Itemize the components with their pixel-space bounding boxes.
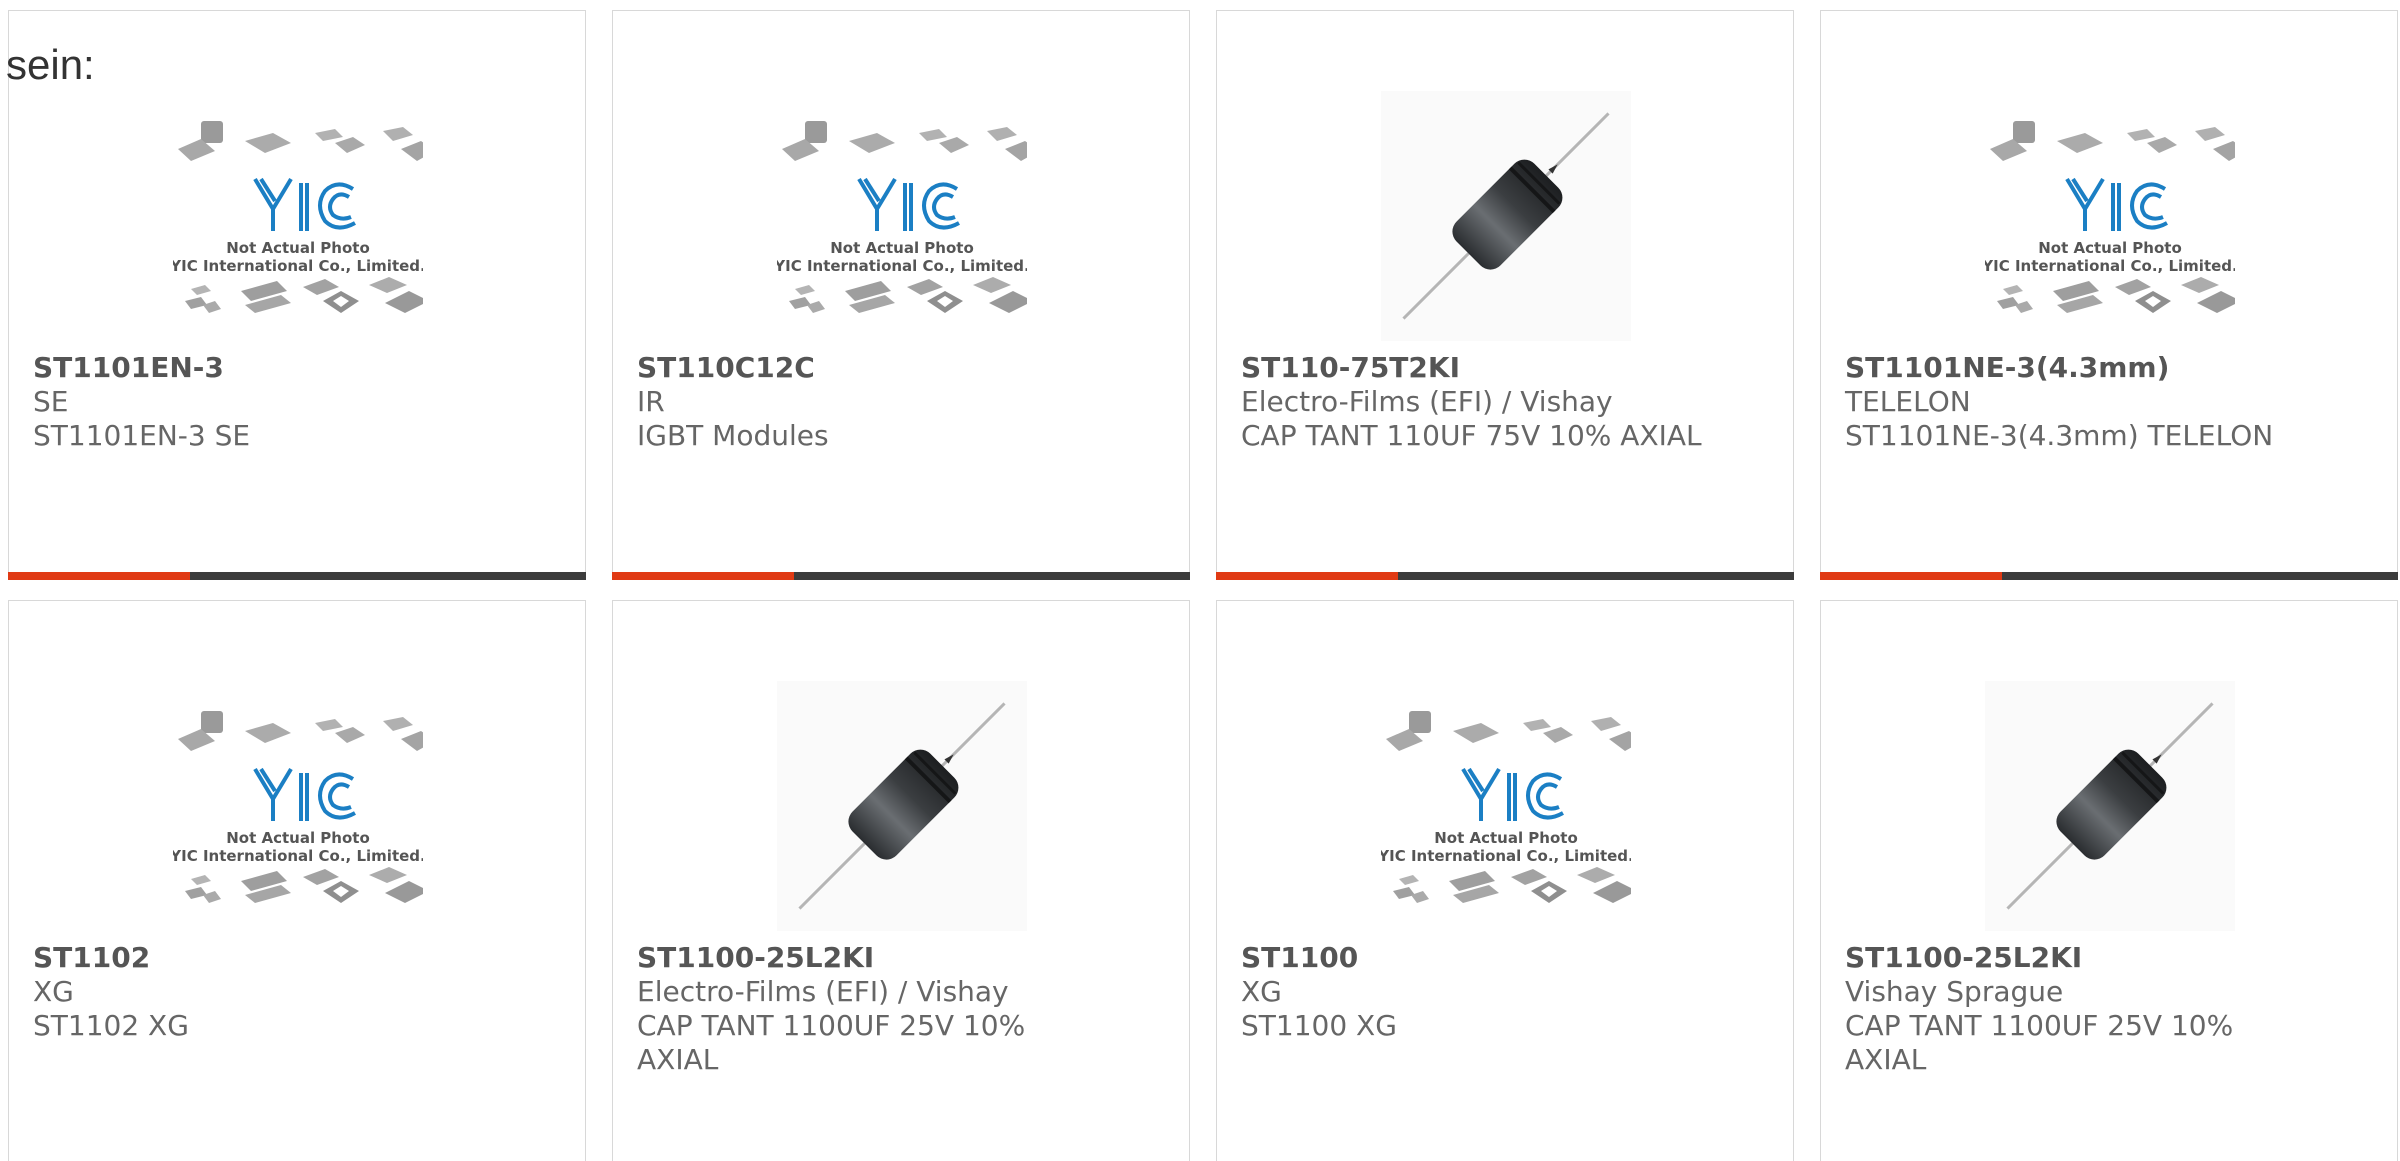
description: ST1101NE-3(4.3mm) TELELON bbox=[1845, 419, 2274, 452]
description-line: AXIAL bbox=[637, 1043, 719, 1076]
description-line: AXIAL bbox=[1845, 1043, 1927, 1076]
description: IGBT Modules bbox=[637, 419, 829, 452]
manufacturer: IR bbox=[637, 385, 665, 418]
product-card[interactable]: Not Actual Photo YIC International Co., … bbox=[8, 10, 586, 580]
product-card[interactable]: Not Actual Photo YIC International Co., … bbox=[1820, 10, 2398, 580]
manufacturer: Vishay Sprague bbox=[1845, 975, 2064, 1008]
part-number[interactable]: ST1100-25L2KI bbox=[637, 941, 1169, 975]
product-info: ST1101EN-3 SE ST1101EN-3 SE bbox=[33, 351, 565, 453]
part-number[interactable]: ST110-75T2KI bbox=[1241, 351, 1773, 385]
description: ST1102 XG bbox=[33, 1009, 189, 1042]
product-info: ST1100-25L2KI Electro-Films (EFI) / Vish… bbox=[637, 941, 1169, 1077]
card-bottom-bar bbox=[8, 572, 586, 580]
card-accent-bar bbox=[1820, 572, 2002, 580]
product-grid-page: sein: Not Actual Photo YIC International… bbox=[0, 0, 2400, 1161]
card-bottom-bar bbox=[1216, 572, 1794, 580]
product-info: ST1100-25L2KI Vishay Sprague CAP TANT 11… bbox=[1845, 941, 2377, 1077]
part-number[interactable]: ST1101NE-3(4.3mm) bbox=[1845, 351, 2377, 385]
axial-capacitor-photo bbox=[1983, 679, 2237, 933]
description-line: CAP TANT 1100UF 25V 10% bbox=[1845, 1009, 2234, 1042]
part-number[interactable]: ST1102 bbox=[33, 941, 565, 975]
description: ST1100 XG bbox=[1241, 1009, 1397, 1042]
svg-text:YIC International Co., Limited: YIC International Co., Limited. bbox=[1381, 847, 1631, 865]
product-image[interactable] bbox=[775, 679, 1029, 933]
product-card[interactable]: ST110-75T2KI Electro-Films (EFI) / Visha… bbox=[1216, 10, 1794, 580]
product-info: ST1101NE-3(4.3mm) TELELON ST1101NE-3(4.3… bbox=[1845, 351, 2377, 453]
manufacturer: XG bbox=[1241, 975, 1282, 1008]
card-accent-bar bbox=[8, 572, 190, 580]
svg-text:Not Actual Photo: Not Actual Photo bbox=[830, 239, 974, 257]
product-image[interactable] bbox=[1379, 89, 1633, 343]
description-line: CAP TANT 1100UF 25V 10% bbox=[637, 1009, 1026, 1042]
product-card[interactable]: Not Actual Photo YIC International Co., … bbox=[612, 10, 1190, 580]
not-actual-photo-placeholder: Not Actual Photo YIC International Co., … bbox=[1377, 711, 1643, 903]
product-info: ST110C12C IR IGBT Modules bbox=[637, 351, 1169, 453]
description: CAP TANT 110UF 75V 10% AXIAL bbox=[1241, 419, 1702, 452]
svg-text:Not Actual Photo: Not Actual Photo bbox=[226, 239, 370, 257]
manufacturer: XG bbox=[33, 975, 74, 1008]
axial-capacitor-photo bbox=[775, 679, 1029, 933]
svg-text:YIC International Co., Limited: YIC International Co., Limited. bbox=[1985, 257, 2235, 275]
product-image[interactable]: Not Actual Photo YIC International Co., … bbox=[773, 91, 1039, 341]
manufacturer: SE bbox=[33, 385, 69, 418]
product-info: ST1100 XG ST1100 XG bbox=[1241, 941, 1773, 1043]
product-card[interactable]: ST1100-25L2KI Vishay Sprague CAP TANT 11… bbox=[1820, 600, 2398, 1161]
product-image[interactable] bbox=[1983, 679, 2237, 933]
not-actual-photo-placeholder: Not Actual Photo YIC International Co., … bbox=[169, 121, 435, 313]
manufacturer: Electro-Films (EFI) / Vishay bbox=[1241, 385, 1613, 418]
not-actual-photo-placeholder: Not Actual Photo YIC International Co., … bbox=[773, 121, 1039, 313]
product-image[interactable]: Not Actual Photo YIC International Co., … bbox=[1377, 681, 1643, 931]
part-number[interactable]: ST1100 bbox=[1241, 941, 1773, 975]
product-card[interactable]: Not Actual Photo YIC International Co., … bbox=[1216, 600, 1794, 1161]
card-bottom-bar bbox=[612, 572, 1190, 580]
svg-text:YIC International Co., Limited: YIC International Co., Limited. bbox=[173, 847, 423, 865]
manufacturer: Electro-Films (EFI) / Vishay bbox=[637, 975, 1009, 1008]
svg-text:Not Actual Photo: Not Actual Photo bbox=[1434, 829, 1578, 847]
card-accent-bar bbox=[612, 572, 794, 580]
product-card[interactable]: ST1100-25L2KI Electro-Films (EFI) / Vish… bbox=[612, 600, 1190, 1161]
svg-text:Not Actual Photo: Not Actual Photo bbox=[2038, 239, 2182, 257]
part-number[interactable]: ST110C12C bbox=[637, 351, 1169, 385]
product-info: ST1102 XG ST1102 XG bbox=[33, 941, 565, 1043]
part-number[interactable]: ST1101EN-3 bbox=[33, 351, 565, 385]
page-heading: sein: bbox=[6, 41, 95, 88]
axial-capacitor-photo bbox=[1379, 89, 1633, 343]
product-image[interactable]: Not Actual Photo YIC International Co., … bbox=[169, 681, 435, 931]
product-info: ST110-75T2KI Electro-Films (EFI) / Visha… bbox=[1241, 351, 1773, 453]
card-bottom-bar bbox=[1820, 572, 2398, 580]
svg-text:Not Actual Photo: Not Actual Photo bbox=[226, 829, 370, 847]
part-number[interactable]: ST1100-25L2KI bbox=[1845, 941, 2377, 975]
svg-text:YIC International Co., Limited: YIC International Co., Limited. bbox=[173, 257, 423, 275]
card-accent-bar bbox=[1216, 572, 1398, 580]
manufacturer: TELELON bbox=[1845, 385, 1971, 418]
product-card[interactable]: Not Actual Photo YIC International Co., … bbox=[8, 600, 586, 1161]
product-image[interactable]: Not Actual Photo YIC International Co., … bbox=[169, 91, 435, 341]
product-image[interactable]: Not Actual Photo YIC International Co., … bbox=[1981, 91, 2247, 341]
not-actual-photo-placeholder: Not Actual Photo YIC International Co., … bbox=[169, 711, 435, 903]
not-actual-photo-placeholder: Not Actual Photo YIC International Co., … bbox=[1981, 121, 2247, 313]
description: ST1101EN-3 SE bbox=[33, 419, 251, 452]
svg-text:YIC International Co., Limited: YIC International Co., Limited. bbox=[777, 257, 1027, 275]
